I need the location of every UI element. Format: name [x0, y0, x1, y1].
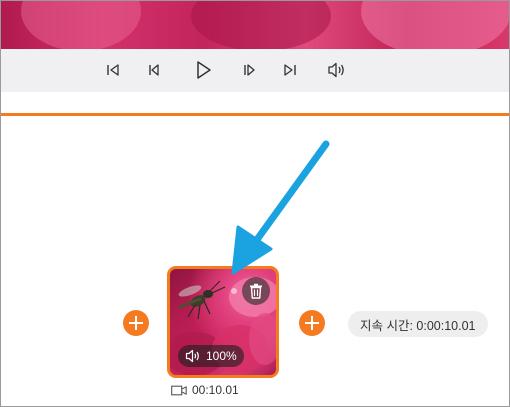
- next-frame-button[interactable]: [238, 59, 260, 81]
- add-clip-before-button[interactable]: [123, 310, 149, 336]
- skip-to-start-icon: [107, 64, 119, 76]
- clip-volume-badge[interactable]: 100%: [178, 345, 244, 367]
- next-frame-icon: [244, 64, 255, 76]
- play-button[interactable]: [190, 57, 216, 83]
- volume-icon: [185, 349, 199, 363]
- timeline-divider: [1, 113, 509, 116]
- trash-icon: [250, 283, 262, 299]
- skip-to-start-button[interactable]: [102, 59, 124, 81]
- playback-controls: [1, 49, 509, 92]
- volume-icon: [328, 62, 344, 78]
- clip-duration-text: 00:10.01: [192, 383, 239, 397]
- volume-button[interactable]: [326, 59, 348, 81]
- clip-volume-value: 100%: [206, 349, 237, 363]
- previous-frame-icon: [149, 64, 159, 76]
- previous-frame-button[interactable]: [143, 59, 165, 81]
- video-camera-icon: [171, 385, 187, 395]
- play-icon: [197, 61, 211, 79]
- total-duration-label: 지속 시간: 0:00:10.01: [348, 311, 488, 337]
- video-editor-window: 100% 00:10.01 지속 시간: 0:00:10.01: [0, 0, 510, 407]
- video-preview: [1, 1, 509, 49]
- skip-to-end-button[interactable]: [279, 59, 301, 81]
- skip-to-end-icon: [284, 64, 296, 76]
- add-clip-after-button[interactable]: [299, 310, 325, 336]
- video-clip[interactable]: 100%: [167, 266, 279, 378]
- clip-duration: 00:10.01: [171, 382, 239, 398]
- delete-clip-button[interactable]: [242, 277, 270, 305]
